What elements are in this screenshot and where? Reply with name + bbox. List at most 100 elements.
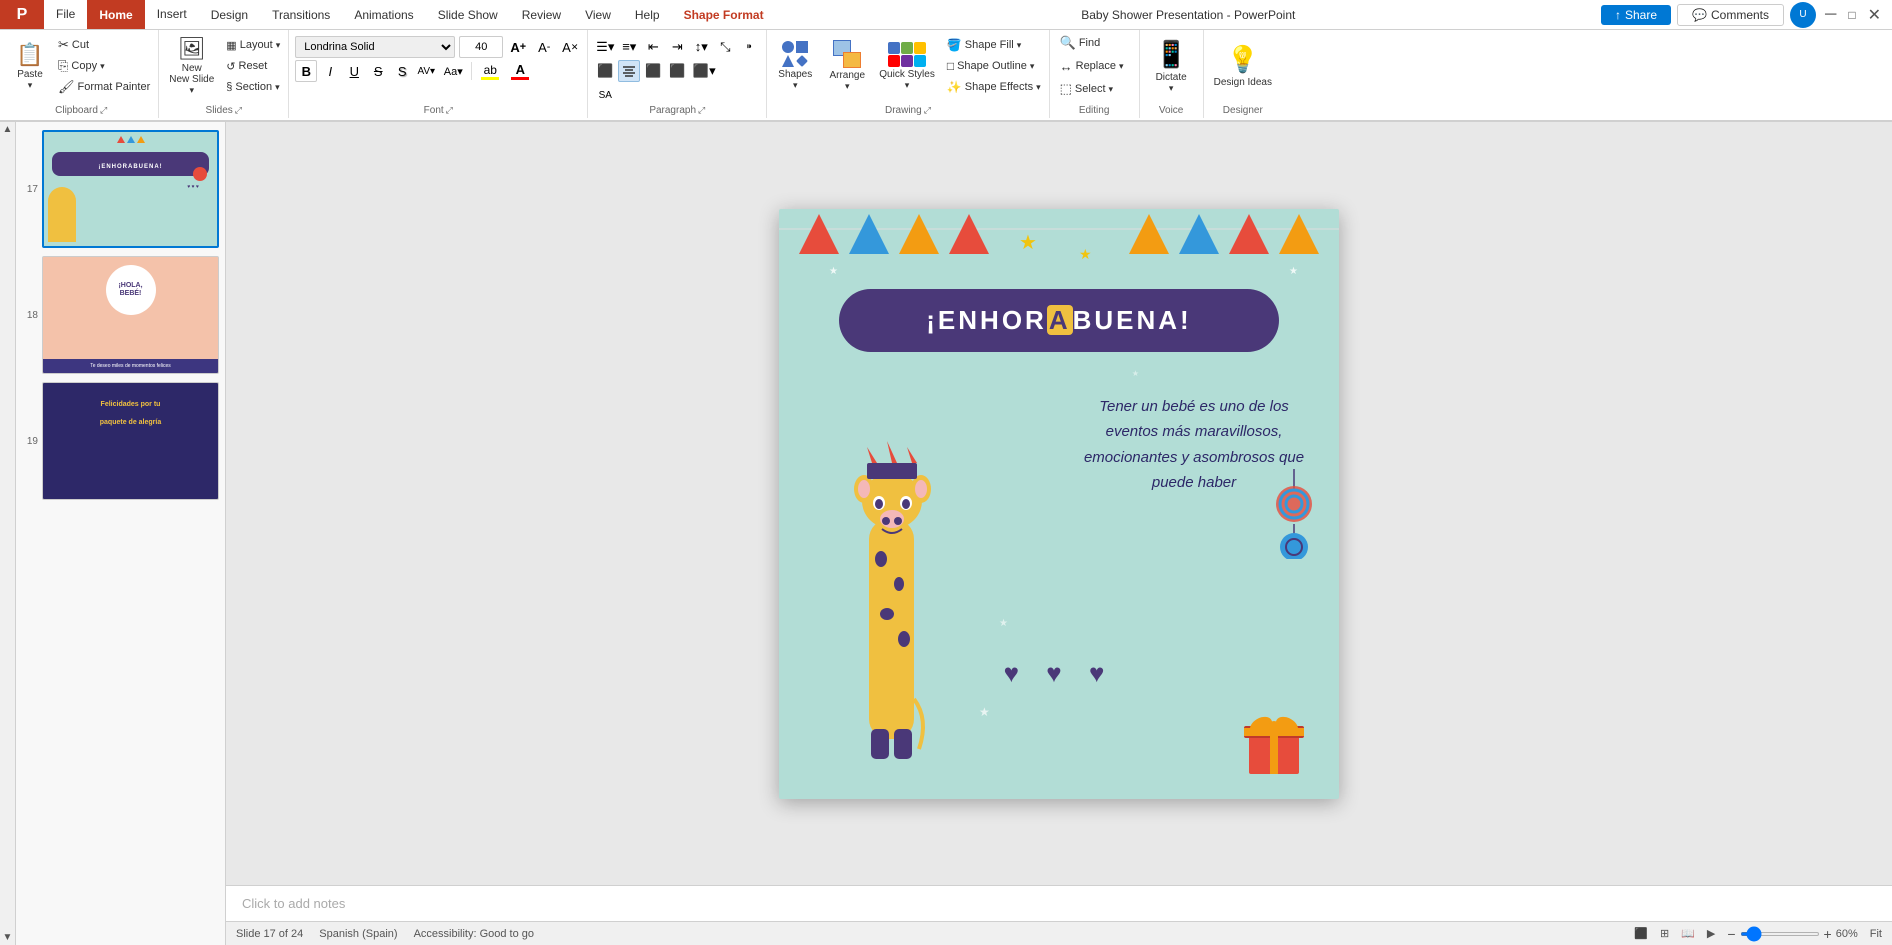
status-bar: Slide 17 of 24 Spanish (Spain) Accessibi… <box>226 921 1892 945</box>
share-icon: ↑ <box>1615 8 1621 22</box>
align-left-button[interactable]: ⬛ <box>594 60 616 82</box>
zoom-slider[interactable] <box>1740 932 1820 936</box>
slideshow-button[interactable]: ▶ <box>1707 927 1715 940</box>
maximize-icon[interactable]: □ <box>1845 8 1858 22</box>
quick-styles-button[interactable]: Quick Styles ▾ <box>875 34 939 98</box>
slides-label: Slides ⤢ <box>159 105 288 116</box>
slide-thumbnail-19[interactable]: 19 Felicidades por tupaquete de alegría <box>22 382 219 500</box>
text-direction-button[interactable]: ⤡ <box>714 36 736 58</box>
find-button[interactable]: 🔍 Find <box>1054 32 1135 54</box>
font-color-button[interactable]: A <box>506 60 534 82</box>
bold-button[interactable]: B <box>295 60 317 82</box>
indent-more-button[interactable]: ⇥ <box>666 36 688 58</box>
tab-view[interactable]: View <box>573 0 623 29</box>
new-slide-button[interactable]: 🖼 New New Slide ▾ <box>163 34 220 98</box>
design-ideas-button[interactable]: 💡 Design Ideas <box>1208 34 1278 98</box>
copy-button[interactable]: ⎘ Copy ▾ <box>54 56 154 76</box>
justify-button[interactable]: ⬛ <box>666 60 688 82</box>
shapes-button[interactable]: Shapes ▾ <box>771 34 819 98</box>
line-spacing-button[interactable]: ↕▾ <box>690 36 712 58</box>
tab-review[interactable]: Review <box>510 0 573 29</box>
clear-format-button[interactable]: A✕ <box>559 36 581 58</box>
decrease-font-button[interactable]: A- <box>533 36 555 58</box>
zoom-out-button[interactable]: − <box>1727 926 1735 942</box>
font-expand-icon[interactable]: ⤢ <box>446 105 453 116</box>
char-spacing-button[interactable]: AV▾ <box>415 60 437 82</box>
tab-file[interactable]: File <box>44 0 87 29</box>
tab-shape-format[interactable]: Shape Format <box>672 0 776 29</box>
user-avatar[interactable]: U <box>1790 2 1816 28</box>
smartart-button[interactable]: ⁍ <box>738 36 760 58</box>
case-button[interactable]: Aa▾ <box>439 60 467 82</box>
app-icon: P <box>0 0 44 29</box>
fit-button[interactable]: Fit <box>1870 928 1882 940</box>
normal-view-button[interactable]: ⬛ <box>1634 927 1648 940</box>
font-label: Font ⤢ <box>289 105 587 116</box>
shape-effects-button[interactable]: ✨ Shape Effects ▾ <box>943 77 1045 97</box>
main-slide[interactable]: ★ ★ ★ ★ ¡ENHORABUENA! <box>779 209 1339 799</box>
section-button[interactable]: § Section ▾ <box>222 77 284 97</box>
shadow-button[interactable]: S <box>391 60 413 82</box>
minimize-icon[interactable]: ─ <box>1822 6 1839 24</box>
cut-icon: ✂ <box>58 37 69 53</box>
scroll-down-button[interactable]: ▼ <box>3 932 13 943</box>
italic-button[interactable]: I <box>319 60 341 82</box>
notes-bar[interactable]: Click to add notes <box>226 885 1892 921</box>
dictate-button[interactable]: 📱 Dictate ▾ <box>1144 34 1199 98</box>
format-painter-button[interactable]: 🖌 Format Painter <box>54 77 154 97</box>
increase-font-button[interactable]: A+ <box>507 36 529 58</box>
shape-outline-button[interactable]: □ Shape Outline ▾ <box>943 56 1045 76</box>
font-size-input[interactable] <box>459 36 503 58</box>
tab-insert[interactable]: Insert <box>145 0 199 29</box>
tab-help[interactable]: Help <box>623 0 672 29</box>
drawing-expand-icon[interactable]: ⤢ <box>924 105 931 116</box>
clipboard-expand-icon[interactable]: ⤢ <box>100 105 107 116</box>
slide-viewport[interactable]: ★ ★ ★ ★ ¡ENHORABUENA! <box>226 122 1892 885</box>
highlight-color-button[interactable]: ab <box>476 60 504 82</box>
arrange-button[interactable]: Arrange ▾ <box>823 34 871 98</box>
find-icon: 🔍 <box>1060 35 1076 51</box>
slide-thumbnail-17[interactable]: 17 ¡ENHORABUENA! ♥ ♥ ♥ <box>22 130 219 248</box>
layout-button[interactable]: ▦ Layout ▾ <box>222 35 284 55</box>
svg-text:★: ★ <box>1289 266 1298 277</box>
bullet-list-button[interactable]: ☰▾ <box>594 36 616 58</box>
cut-button[interactable]: ✂ Cut <box>54 35 154 55</box>
columns-button[interactable]: ⬛▾ <box>690 60 718 82</box>
select-button[interactable]: ⬚ Select ▾ <box>1054 78 1135 100</box>
comments-button[interactable]: 💬 Comments <box>1677 4 1784 26</box>
slides-expand-icon[interactable]: ⤢ <box>235 105 242 116</box>
slide-thumbnail-18[interactable]: 18 ¡HOLA,BEBÉ! Te deseo miles de momento… <box>22 256 219 374</box>
paragraph-expand-icon[interactable]: ⤢ <box>698 105 705 116</box>
close-icon[interactable]: ✕ <box>1865 5 1884 25</box>
quick-styles-label: Quick Styles <box>879 69 935 80</box>
reset-button[interactable]: ↺ Reset <box>222 56 284 76</box>
editing-label: Editing <box>1050 105 1139 116</box>
replace-button[interactable]: ↔ Replace ▾ <box>1054 55 1135 77</box>
slide-count: Slide 17 of 24 <box>236 928 303 940</box>
font-name-select[interactable]: Londrina Solid <box>295 36 455 58</box>
slide-sorter-button[interactable]: ⊞ <box>1660 927 1669 940</box>
designer-label: Designer <box>1204 105 1282 116</box>
indent-less-button[interactable]: ⇤ <box>642 36 664 58</box>
reading-view-button[interactable]: 📖 <box>1681 927 1695 940</box>
tab-home[interactable]: Home <box>87 0 144 29</box>
scroll-up-button[interactable]: ▲ <box>3 124 13 135</box>
align-center-button[interactable] <box>618 60 640 82</box>
underline-button[interactable]: U <box>343 60 365 82</box>
shape-fill-button[interactable]: 🪣 Shape Fill ▾ <box>943 35 1045 55</box>
paste-icon: 📋 <box>16 42 43 68</box>
convert-smartart-button[interactable]: SA <box>594 84 616 106</box>
align-right-button[interactable]: ⬛ <box>642 60 664 82</box>
design-ideas-icon: 💡 <box>1227 44 1259 75</box>
tab-transitions[interactable]: Transitions <box>260 0 342 29</box>
language-status: Spanish (Spain) <box>319 928 397 940</box>
accessibility-status: Accessibility: Good to go <box>414 928 534 940</box>
tab-slideshow[interactable]: Slide Show <box>426 0 510 29</box>
tab-animations[interactable]: Animations <box>342 0 425 29</box>
zoom-in-button[interactable]: + <box>1824 926 1832 942</box>
strikethrough-button[interactable]: S <box>367 60 389 82</box>
tab-design[interactable]: Design <box>199 0 260 29</box>
paste-button[interactable]: 📋 Paste ▾ <box>8 34 52 98</box>
share-button[interactable]: ↑ Share <box>1601 5 1671 25</box>
number-list-button[interactable]: ≡▾ <box>618 36 640 58</box>
